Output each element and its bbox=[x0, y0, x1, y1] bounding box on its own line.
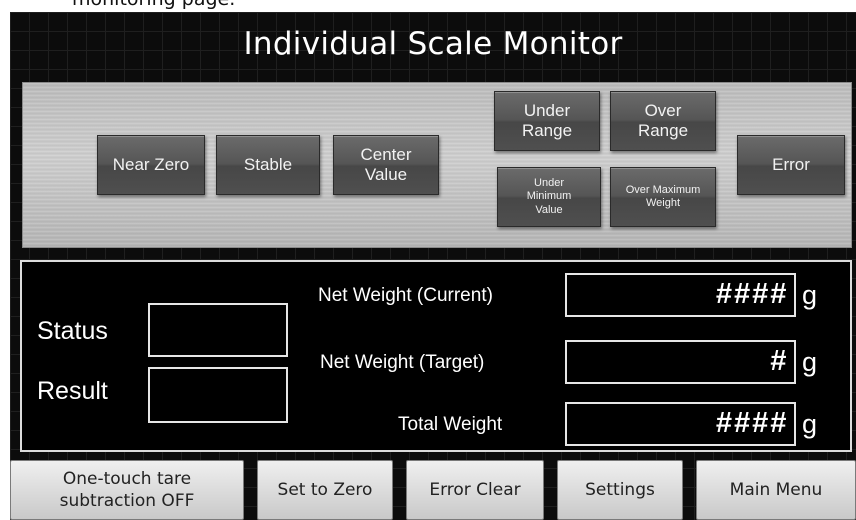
lamp-error: Error bbox=[737, 135, 845, 195]
one-touch-tare-button[interactable]: One-touch tare subtraction OFF bbox=[10, 460, 244, 520]
net-weight-current-value: #### bbox=[565, 273, 796, 317]
lamp-center-value: Center Value bbox=[333, 135, 439, 195]
result-indicator-box bbox=[148, 367, 288, 423]
weight-display-area: Status Result Net Weight (Current) #### … bbox=[20, 260, 852, 452]
lamp-near-zero: Near Zero bbox=[97, 135, 205, 195]
set-to-zero-button[interactable]: Set to Zero bbox=[257, 460, 393, 520]
caption-fragment: monitoring page. bbox=[72, 0, 235, 10]
status-indicator-box bbox=[148, 303, 288, 357]
net-weight-current-label: Net Weight (Current) bbox=[318, 285, 493, 306]
lamp-over-maximum-weight: Over Maximum Weight bbox=[610, 167, 716, 227]
main-menu-button[interactable]: Main Menu bbox=[696, 460, 856, 520]
net-weight-target-label: Net Weight (Target) bbox=[320, 352, 485, 373]
scale-monitor-panel: Individual Scale Monitor Near Zero Stabl… bbox=[10, 12, 856, 520]
total-weight-unit: g bbox=[802, 409, 818, 439]
page-title: Individual Scale Monitor bbox=[243, 26, 623, 62]
settings-button[interactable]: Settings bbox=[557, 460, 683, 520]
net-weight-target-value: # bbox=[565, 340, 796, 384]
net-weight-current-unit: g bbox=[802, 280, 818, 310]
total-weight-label: Total Weight bbox=[398, 414, 503, 435]
lamp-stable: Stable bbox=[216, 135, 320, 195]
lamp-under-range: Under Range bbox=[494, 91, 600, 151]
error-clear-button[interactable]: Error Clear bbox=[406, 460, 544, 520]
lamp-over-range: Over Range bbox=[610, 91, 716, 151]
total-weight-value: #### bbox=[565, 402, 796, 446]
result-label: Result bbox=[37, 377, 108, 405]
lamp-under-minimum-value: Under Minimum Value bbox=[497, 167, 601, 227]
status-label: Status bbox=[37, 317, 108, 345]
status-lamp-bar: Near Zero Stable Center Value Under Rang… bbox=[22, 82, 852, 248]
net-weight-target-unit: g bbox=[802, 347, 818, 377]
